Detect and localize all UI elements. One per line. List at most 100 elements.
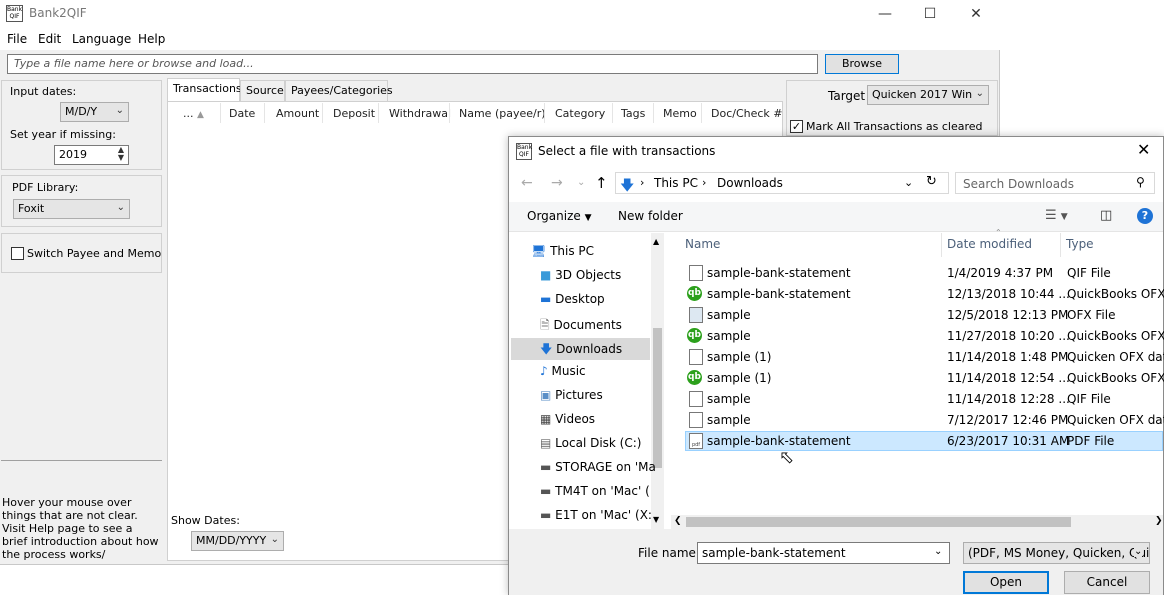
file-row[interactable]: qb sample-bank-statement 12/13/2018 10:4… bbox=[685, 284, 1164, 304]
up-arrow-icon[interactable]: ↑ bbox=[595, 174, 608, 192]
tree-item-pictures[interactable]: ▣ Pictures bbox=[540, 388, 603, 402]
file-row[interactable]: sample 12/5/2018 12:13 PM OFX File bbox=[685, 305, 1164, 325]
tree-item-documents[interactable]: 🗎 Documents bbox=[540, 316, 622, 337]
view-options-icon[interactable]: ☰ ▼ bbox=[1045, 208, 1068, 223]
scrollbar-thumb[interactable] bbox=[686, 517, 1071, 527]
recent-chevron-icon[interactable]: ⌄ bbox=[577, 177, 585, 188]
download-arrow-icon: 🡇 bbox=[620, 178, 635, 194]
column-header-date[interactable]: Date bbox=[229, 107, 255, 120]
scrollbar-thumb[interactable] bbox=[653, 328, 662, 468]
new-folder-button[interactable]: New folder bbox=[618, 209, 683, 223]
mouse-cursor-icon: ⬁ bbox=[779, 447, 795, 468]
preview-pane-icon[interactable]: ◫ bbox=[1100, 208, 1112, 223]
input-dates-select[interactable]: M/D/Y ⌄ bbox=[60, 102, 129, 122]
column-separator bbox=[264, 103, 265, 123]
column-header-name[interactable]: Name (payee/r) bbox=[459, 107, 546, 120]
column-header-type[interactable]: Type bbox=[1066, 237, 1094, 251]
tab-source[interactable]: Source bbox=[240, 80, 285, 101]
file-name: sample bbox=[707, 329, 751, 343]
help-text: Hover your mouse over things that are no… bbox=[2, 496, 159, 561]
tab-transactions[interactable]: Transactions bbox=[167, 78, 242, 101]
file-date: 11/14/2018 12:28 ... bbox=[947, 392, 1070, 406]
browse-button[interactable]: Browse bbox=[825, 54, 899, 74]
file-list-hscrollbar[interactable]: ❮ ❯ bbox=[671, 515, 1163, 529]
close-icon[interactable]: ✕ bbox=[953, 0, 999, 28]
scroll-right-icon[interactable]: ❯ bbox=[1155, 516, 1163, 526]
file-name-input[interactable]: sample-bank-statement ⌄ bbox=[697, 542, 950, 564]
file-name-label: File name: bbox=[638, 546, 700, 560]
search-input[interactable]: Search Downloads ⚲ bbox=[955, 172, 1155, 194]
tree-item-desktop[interactable]: ▬ Desktop bbox=[540, 292, 605, 306]
file-row[interactable]: qb sample 11/27/2018 10:20 ... QuickBook… bbox=[685, 326, 1164, 346]
chevron-down-icon[interactable]: ⌄ bbox=[934, 546, 942, 557]
show-dates-label: Show Dates: bbox=[171, 514, 240, 527]
chevron-down-icon[interactable]: ⌄ bbox=[904, 176, 913, 189]
show-dates-select[interactable]: MM/DD/YYYY ⌄ bbox=[191, 531, 284, 551]
maximize-icon[interactable]: ☐ bbox=[907, 0, 953, 28]
file-row[interactable]: sample 7/12/2017 12:46 PM Quicken OFX da… bbox=[685, 410, 1164, 430]
mark-cleared-checkbox[interactable]: ✓ bbox=[790, 120, 803, 133]
tree-item-tm4t[interactable]: ▬ TM4T on 'Mac' ( bbox=[540, 484, 650, 498]
address-bar[interactable]: 🡇 › This PC › Downloads ⌄ ↻ bbox=[615, 172, 949, 194]
file-open-dialog: Bank QIF Select a file with transactions… bbox=[508, 136, 1164, 595]
file-row[interactable]: sample 11/14/2018 12:28 ... QIF File bbox=[685, 389, 1164, 409]
document-icon bbox=[689, 412, 703, 428]
menu-edit[interactable]: Edit bbox=[38, 32, 61, 46]
file-name: sample-bank-statement bbox=[707, 434, 851, 448]
refresh-icon[interactable]: ↻ bbox=[926, 174, 937, 189]
tree-item-music[interactable]: ♪ Music bbox=[540, 364, 586, 378]
organize-button[interactable]: Organize ▼ bbox=[527, 209, 592, 223]
tree-item-videos[interactable]: ▦ Videos bbox=[540, 412, 595, 426]
scroll-up-icon[interactable]: ▲ bbox=[653, 237, 659, 246]
column-header-tags[interactable]: Tags bbox=[621, 107, 645, 120]
column-header-memo[interactable]: Memo bbox=[663, 107, 697, 120]
column-header-more[interactable]: ... ▲ bbox=[183, 107, 204, 120]
help-icon[interactable]: ? bbox=[1137, 208, 1153, 224]
column-header-date-modified[interactable]: Date modified bbox=[947, 237, 1032, 251]
target-select[interactable]: Quicken 2017 Win ⌄ bbox=[867, 85, 989, 105]
file-date: 12/13/2018 10:44 ... bbox=[947, 287, 1070, 301]
tree-item-e1t[interactable]: ▬ E1T on 'Mac' (X: bbox=[540, 508, 652, 522]
column-separator bbox=[653, 103, 654, 123]
year-stepper[interactable]: 2019 ▲ ▼ bbox=[54, 145, 129, 165]
file-row[interactable]: sample (1) 11/14/2018 1:48 PM Quicken OF… bbox=[685, 347, 1164, 367]
tree-item-downloads[interactable]: 🡇 Downloads bbox=[540, 340, 622, 361]
column-header-amount[interactable]: Amount bbox=[276, 107, 319, 120]
file-row[interactable]: sample-bank-statement 1/4/2019 4:37 PM Q… bbox=[685, 263, 1164, 283]
switch-payee-memo-checkbox[interactable] bbox=[11, 247, 24, 260]
breadcrumb-downloads[interactable]: Downloads bbox=[717, 176, 783, 190]
tree-item-local-disk[interactable]: ▤ Local Disk (C:) bbox=[540, 436, 641, 450]
back-arrow-icon[interactable]: ← bbox=[521, 175, 533, 191]
window-title: Bank2QIF bbox=[29, 6, 87, 20]
tab-payees-categories[interactable]: Payees/Categories bbox=[285, 80, 393, 101]
column-header-category[interactable]: Category bbox=[555, 107, 605, 120]
stepper-arrows-icon[interactable]: ▲ ▼ bbox=[118, 146, 124, 162]
tree-item-storage[interactable]: ▬ STORAGE on 'Ma bbox=[540, 460, 656, 474]
tree-item-this-pc[interactable]: 🖥 This PC bbox=[531, 244, 594, 258]
column-header-deposit[interactable]: Deposit bbox=[333, 107, 375, 120]
tree-item-3d-objects[interactable]: ■ 3D Objects bbox=[540, 268, 621, 282]
file-path-input[interactable]: Type a file name here or browse and load… bbox=[7, 54, 818, 74]
dialog-close-icon[interactable]: ✕ bbox=[1137, 140, 1150, 159]
file-row-selected[interactable]: pdf sample-bank-statement 6/23/2017 10:3… bbox=[685, 431, 1163, 451]
minimize-icon[interactable]: — bbox=[862, 0, 908, 28]
menu-file[interactable]: File bbox=[7, 32, 27, 46]
breadcrumb-separator-icon: › bbox=[640, 176, 645, 189]
column-header-name[interactable]: Name bbox=[685, 237, 720, 251]
videos-icon: ▦ bbox=[540, 412, 552, 426]
menu-language[interactable]: Language bbox=[72, 32, 131, 46]
forward-arrow-icon[interactable]: → bbox=[551, 175, 563, 191]
file-type-filter[interactable]: (PDF, MS Money, Quicken, Qui ⌄ bbox=[963, 542, 1150, 564]
open-button[interactable]: Open bbox=[963, 571, 1049, 594]
column-header-withdrawal[interactable]: Withdrawal bbox=[389, 107, 451, 120]
column-header-doc-check[interactable]: Doc/Check # bbox=[711, 107, 783, 120]
cancel-button[interactable]: Cancel bbox=[1064, 571, 1150, 594]
scroll-down-icon[interactable]: ▼ bbox=[653, 515, 659, 524]
breadcrumb-this-pc[interactable]: This PC bbox=[654, 176, 698, 190]
pdf-library-select[interactable]: Foxit ⌄ bbox=[13, 199, 130, 219]
file-row[interactable]: qb sample (1) 11/14/2018 12:54 ... Quick… bbox=[685, 368, 1164, 388]
menu-help[interactable]: Help bbox=[138, 32, 165, 46]
file-type: Quicken OFX data bbox=[1067, 413, 1164, 427]
scroll-left-icon[interactable]: ❮ bbox=[674, 516, 682, 526]
tree-scrollbar[interactable]: ▲ ▼ bbox=[651, 233, 664, 529]
